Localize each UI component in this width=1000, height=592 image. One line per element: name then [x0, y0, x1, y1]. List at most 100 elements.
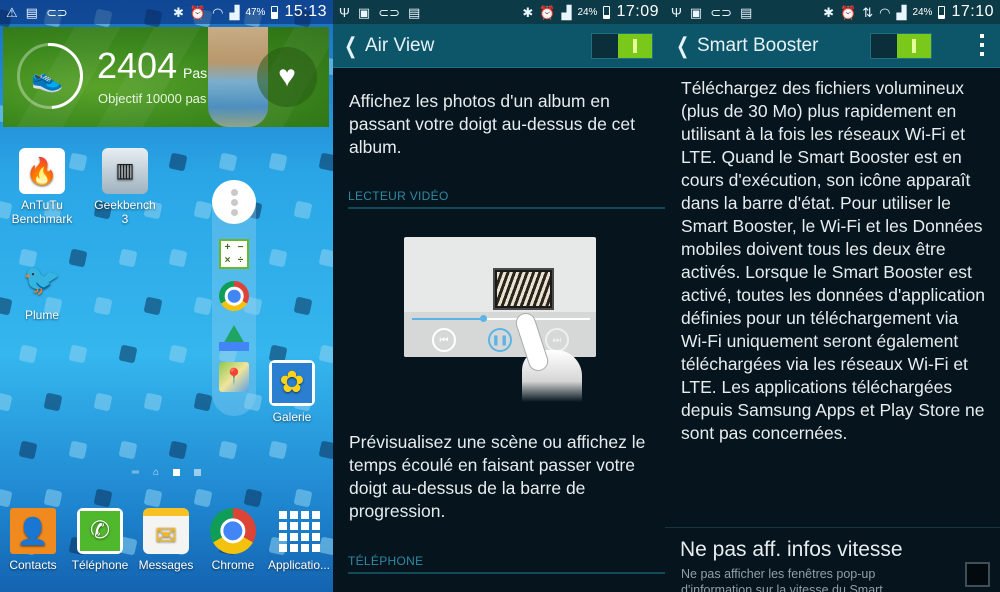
smart-booster-toggle[interactable] — [870, 33, 932, 59]
section-header-video: LECTEUR VIDÉO — [348, 189, 665, 209]
contacts-icon: 👤 — [10, 508, 56, 554]
video-thumbnail-preview — [493, 268, 554, 310]
warning-icon: ⚠ — [6, 4, 18, 20]
back-icon[interactable]: ❮ — [676, 33, 691, 59]
app-geekbench[interactable]: ▥ Geekbench 3 — [90, 148, 160, 226]
heart-rate-button[interactable]: ♥ — [257, 47, 317, 107]
usb-icon: Ψ — [671, 4, 682, 20]
wifi-icon: ◠ — [212, 4, 224, 20]
chrome-icon[interactable] — [219, 281, 249, 311]
dock-messages[interactable]: ✉ Messages — [131, 508, 201, 572]
smart-booster-settings: Ψ ▣ ⊂⊃ ▤ ✱ ⏰ ⇅ ◠ ▟ 24% 17:10 ❮ Smart Boo… — [665, 0, 1000, 592]
home-page-icon[interactable]: ⌂ — [153, 467, 159, 478]
dock-telephone[interactable]: ✆ Téléphone — [65, 508, 135, 572]
status-bar: Ψ ▣ ⊂⊃ ▤ ✱ ⏰ ⇅ ◠ ▟ 24% 17:10 — [665, 0, 1000, 24]
wallpaper-tile — [268, 248, 288, 268]
status-bar: ⚠ ▤ ⊂⊃ ✱ ⏰ ◠ ▟ 47% 15:13 — [0, 0, 333, 24]
wallpaper-tile — [0, 488, 13, 508]
s-health-widget[interactable]: 👟 2404 Pas Objectif 10000 pas ♥ — [3, 27, 329, 127]
image-icon: ▣ — [689, 4, 703, 20]
wallpaper-tile — [93, 296, 113, 316]
home-screen: ⚠ ▤ ⊂⊃ ✱ ⏰ ◠ ▟ 47% 15:13 👟 2404 Pas Obje… — [0, 0, 333, 592]
app-label: Geekbench 3 — [94, 198, 156, 226]
battery-percent: 24% — [577, 6, 598, 18]
chrome-icon — [210, 508, 256, 554]
rewind-icon: ⏮ — [432, 328, 456, 352]
dock-contacts[interactable]: 👤 Contacts — [0, 508, 68, 572]
wallpaper-tile — [143, 488, 163, 508]
action-bar: ❮ Smart Booster — [665, 24, 1000, 68]
overflow-menu-icon[interactable] — [980, 34, 984, 56]
heart-rate-icon: ♥ — [278, 60, 296, 93]
page-title: Smart Booster — [697, 34, 819, 56]
wallpaper-tile — [168, 344, 188, 364]
page-indicator: ═ ⌂ — [0, 467, 333, 478]
toolbox-handle[interactable] — [212, 180, 256, 224]
action-bar: ❮ Air View — [333, 24, 665, 68]
battery-charging-icon — [938, 5, 946, 19]
app-plume[interactable]: 🐦 Plume — [7, 258, 77, 323]
wallpaper-tile — [93, 392, 113, 412]
wallpaper-tile — [218, 440, 238, 460]
google-maps-icon[interactable]: 📍 — [219, 362, 249, 392]
antutu-icon: 🔥 — [19, 148, 65, 194]
wallpaper-tile — [168, 152, 188, 172]
dock-label: Applicatio... — [267, 558, 331, 572]
wallpaper-tile — [0, 392, 13, 412]
hide-speed-info-checkbox[interactable] — [965, 562, 990, 587]
option-title: Ne pas aff. infos vitesse — [680, 538, 903, 561]
bluetooth-icon: ✱ — [823, 4, 834, 20]
app-antutu[interactable]: 🔥 AnTuTu Benchmark — [7, 148, 77, 226]
phone-icon: ✆ — [77, 508, 123, 554]
notification-icon: ⊂⊃ — [378, 4, 400, 20]
app-label: Plume — [24, 308, 59, 322]
calculator-icon[interactable]: + − × ÷ — [219, 239, 249, 269]
image-icon: ▣ — [357, 4, 371, 20]
wallpaper-tile — [143, 392, 163, 412]
wallpaper-tile — [118, 344, 138, 364]
wallpaper-tile — [193, 392, 213, 412]
wallpaper-tile — [218, 152, 238, 172]
wallpaper-tile — [193, 488, 213, 508]
wallpaper-tile — [168, 440, 188, 460]
page-dot-active[interactable] — [173, 469, 181, 476]
google-drive-icon[interactable] — [219, 325, 249, 351]
menu-page-icon[interactable]: ═ — [132, 467, 139, 478]
page-dot[interactable] — [194, 469, 202, 476]
signal-icon: ▟ — [896, 4, 907, 20]
wallpaper-tile — [168, 248, 188, 268]
signal-icon: ▟ — [561, 4, 572, 20]
alarm-icon: ⏰ — [189, 4, 207, 20]
notification-icon: ⊂⊃ — [45, 4, 68, 20]
back-icon[interactable]: ❮ — [344, 33, 359, 59]
page-title: Air View — [365, 34, 435, 56]
gallery-icon: ✿ — [269, 360, 315, 406]
signal-icon: ▟ — [229, 4, 240, 20]
wallpaper-tile — [293, 200, 313, 220]
notification-icon: ⊂⊃ — [710, 4, 732, 20]
dock-applications[interactable]: Applicatio... — [264, 508, 333, 572]
step-unit: Pas — [183, 65, 208, 81]
clock: 17:10 — [951, 3, 994, 20]
messages-icon: ✉ — [143, 508, 189, 554]
battery-icon — [271, 5, 279, 19]
wallpaper-tile — [93, 488, 113, 508]
wallpaper-tile — [43, 392, 63, 412]
wallpaper-tile — [193, 200, 213, 220]
air-view-toggle[interactable] — [591, 33, 653, 59]
apps-grid-icon — [276, 508, 322, 554]
wallpaper-tile — [268, 152, 288, 172]
bluetooth-icon: ✱ — [173, 4, 184, 20]
smart-booster-description: Téléchargez des fichiers volumineux (plu… — [681, 78, 985, 443]
dock-chrome[interactable]: Chrome — [198, 508, 268, 572]
wallpaper-tile — [143, 296, 163, 316]
clock: 15:13 — [284, 3, 327, 20]
app-galerie[interactable]: ✿ Galerie — [257, 360, 327, 424]
wallpaper-tile — [193, 296, 213, 316]
sim-card-icon: ▤ — [407, 4, 421, 20]
data-transfer-icon: ⇅ — [862, 4, 874, 20]
alarm-icon: ⏰ — [539, 4, 556, 20]
wallpaper-tile — [43, 488, 63, 508]
air-view-intro: Affichez les photos d'un album en passan… — [349, 91, 636, 157]
wallpaper-tile — [293, 296, 313, 316]
